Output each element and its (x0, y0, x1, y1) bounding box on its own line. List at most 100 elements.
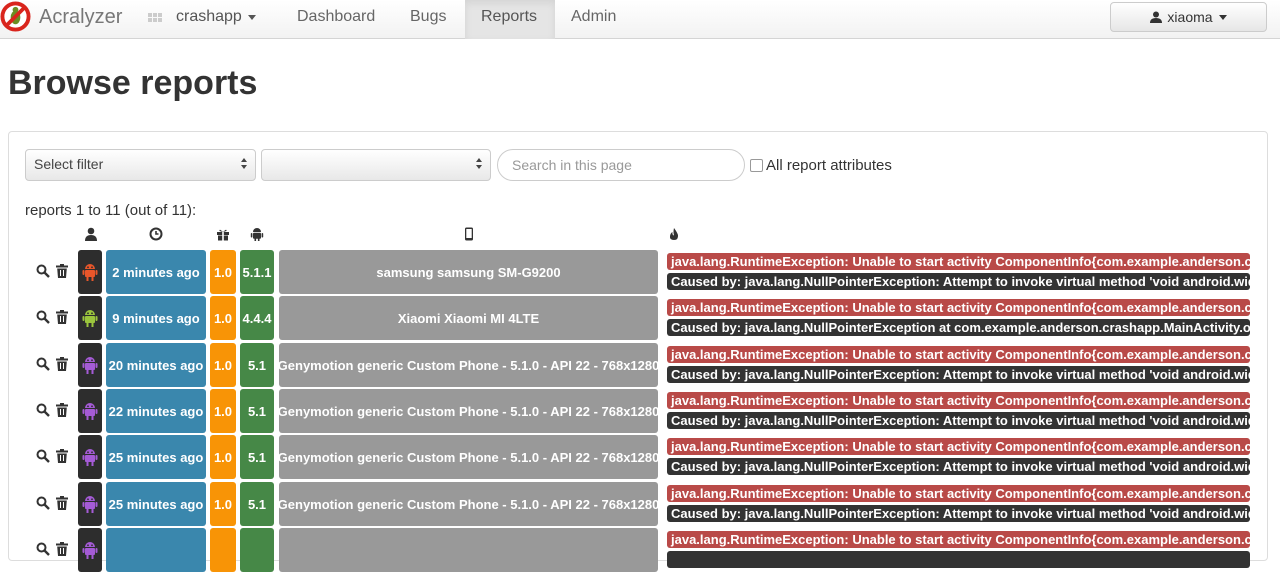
app-version-badge (210, 528, 236, 572)
exception-cause-label[interactable]: Caused by: java.lang.NullPointerExceptio… (667, 319, 1250, 336)
chevron-down-icon (1218, 14, 1227, 20)
report-time-badge[interactable]: 20 minutes ago (106, 343, 206, 387)
app-version-badge: 1.0 (210, 482, 236, 526)
device-badge: Genymotion generic Custom Phone - 5.1.0 … (279, 343, 658, 387)
magnifier-icon[interactable] (36, 309, 50, 325)
nav-admin[interactable]: Admin (555, 0, 632, 39)
device-badge (279, 528, 658, 572)
reporter-avatar (78, 528, 102, 572)
report-row[interactable]: 20 minutes ago 1.0 5.1 Genymotion generic C… (0, 343, 1280, 387)
report-time-badge[interactable]: 25 minutes ago (106, 482, 206, 526)
trash-icon[interactable] (55, 263, 69, 279)
device-badge: Xiaomi Xiaomi MI 4LTE (279, 296, 658, 340)
all-attributes-toggle[interactable]: All report attributes (750, 157, 892, 174)
device-badge: Genymotion generic Custom Phone - 5.1.0 … (279, 435, 658, 479)
android-version-badge (240, 528, 274, 572)
report-row[interactable]: 22 minutes ago 1.0 5.1 Genymotion generic C… (0, 389, 1280, 433)
device-badge: samsung samsung SM-G9200 (279, 250, 658, 294)
android-avatar-icon (82, 357, 98, 374)
search-input[interactable]: Search in this page (497, 149, 745, 181)
page-title: Browse reports (8, 64, 258, 102)
trash-icon[interactable] (55, 309, 69, 325)
report-row[interactable]: 25 minutes ago 1.0 5.1 Genymotion generic C… (0, 435, 1280, 479)
magnifier-icon[interactable] (36, 448, 50, 464)
exception-cause-label[interactable] (667, 551, 1250, 568)
magnifier-icon[interactable] (36, 495, 50, 511)
filter-select[interactable]: Select filter (25, 149, 256, 181)
app-selector[interactable]: crashapp (148, 8, 256, 26)
report-row[interactable]: 25 minutes ago 1.0 5.1 Genymotion generic C… (0, 482, 1280, 526)
magnifier-icon[interactable] (36, 541, 50, 557)
select-arrows-icon (476, 158, 483, 169)
app-version-badge: 1.0 (210, 389, 236, 433)
exception-label[interactable]: java.lang.RuntimeException: Unable to st… (667, 253, 1250, 270)
trash-icon[interactable] (55, 402, 69, 418)
report-count: reports 1 to 11 (out of 11): (25, 202, 197, 219)
exception-label[interactable]: java.lang.RuntimeException: Unable to st… (667, 346, 1250, 363)
android-icon (250, 228, 264, 241)
phone-icon (465, 227, 473, 241)
report-row[interactable]: java.lang.RuntimeException: Unable to st… (0, 528, 1280, 572)
chevron-down-icon (247, 14, 256, 20)
brand-name[interactable]: Acralyzer (39, 6, 122, 29)
nav-dashboard[interactable]: Dashboard (281, 0, 391, 39)
report-time-badge[interactable] (106, 528, 206, 572)
android-version-badge: 5.1 (240, 343, 274, 387)
app-version-badge: 1.0 (210, 250, 236, 294)
android-version-badge: 5.1 (240, 482, 274, 526)
device-badge: Genymotion generic Custom Phone - 5.1.0 … (279, 389, 658, 433)
exception-label[interactable]: java.lang.RuntimeException: Unable to st… (667, 531, 1250, 548)
trash-icon[interactable] (55, 495, 69, 511)
report-row[interactable]: 9 minutes ago 1.0 4.4.4 Xiaomi Xiaomi MI 4L… (0, 296, 1280, 340)
user-name: xiaoma (1167, 9, 1213, 25)
exception-label[interactable]: java.lang.RuntimeException: Unable to st… (667, 299, 1250, 316)
report-time-badge[interactable]: 2 minutes ago (106, 250, 206, 294)
select-arrows-icon (241, 158, 248, 169)
exception-cause-label[interactable]: Caused by: java.lang.NullPointerExceptio… (667, 505, 1250, 522)
magnifier-icon[interactable] (36, 356, 50, 372)
exception-cause-label[interactable]: Caused by: java.lang.NullPointerExceptio… (667, 412, 1250, 429)
clock-icon (149, 227, 163, 241)
android-version-badge: 4.4.4 (240, 296, 274, 340)
app-version-badge: 1.0 (210, 296, 236, 340)
android-avatar-icon (82, 264, 98, 281)
navbar: Acralyzer crashapp Dashboard Bugs Report… (0, 0, 1280, 39)
exception-cause-label[interactable]: Caused by: java.lang.NullPointerExceptio… (667, 458, 1250, 475)
trash-icon[interactable] (55, 356, 69, 372)
magnifier-icon[interactable] (36, 402, 50, 418)
report-row[interactable]: 2 minutes ago 1.0 5.1.1 samsung samsung SM-… (0, 250, 1280, 294)
magnifier-icon[interactable] (36, 263, 50, 279)
nav-bugs[interactable]: Bugs (394, 0, 462, 39)
nav-reports[interactable]: Reports (465, 0, 555, 39)
trash-icon[interactable] (55, 448, 69, 464)
reporter-avatar (78, 482, 102, 526)
trash-icon[interactable] (55, 541, 69, 557)
exception-label[interactable]: java.lang.RuntimeException: Unable to st… (667, 438, 1250, 455)
android-avatar-icon (82, 310, 98, 327)
android-version-badge: 5.1 (240, 435, 274, 479)
android-version-badge: 5.1 (240, 389, 274, 433)
reporter-avatar (78, 389, 102, 433)
no-bug-logo-icon[interactable] (0, 1, 31, 32)
fire-icon (669, 228, 679, 240)
report-time-badge[interactable]: 22 minutes ago (106, 389, 206, 433)
reporter-avatar (78, 250, 102, 294)
app-grid-icon (148, 12, 162, 22)
exception-label[interactable]: java.lang.RuntimeException: Unable to st… (667, 485, 1250, 502)
reporter-avatar (78, 435, 102, 479)
report-time-badge[interactable]: 25 minutes ago (106, 435, 206, 479)
exception-cause-label[interactable]: Caused by: java.lang.NullPointerExceptio… (667, 273, 1250, 290)
android-avatar-icon (82, 496, 98, 513)
reporter-avatar (78, 343, 102, 387)
all-attributes-checkbox[interactable] (750, 159, 763, 172)
filter-value-select[interactable] (261, 149, 491, 181)
gift-icon (217, 229, 229, 241)
android-version-badge: 5.1.1 (240, 250, 274, 294)
all-attributes-label: All report attributes (766, 157, 892, 174)
android-avatar-icon (82, 449, 98, 466)
report-time-badge[interactable]: 9 minutes ago (106, 296, 206, 340)
filter-select-value: Select filter (34, 156, 104, 172)
exception-cause-label[interactable]: Caused by: java.lang.NullPointerExceptio… (667, 366, 1250, 383)
user-menu-button[interactable]: xiaoma (1110, 2, 1267, 32)
exception-label[interactable]: java.lang.RuntimeException: Unable to st… (667, 392, 1250, 409)
